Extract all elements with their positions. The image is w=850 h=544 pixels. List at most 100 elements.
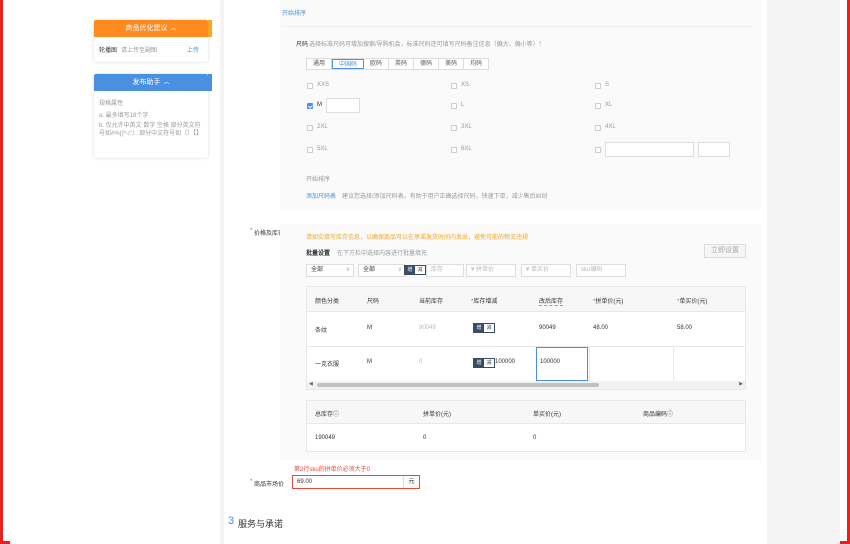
batch-size-select[interactable]: 全部 ∨ [358,264,406,277]
batch-group-price-input[interactable]: ¥ 拼单价 [466,264,516,277]
optimize-item-label: 轮播图 [99,48,118,54]
summary-header [307,401,745,424]
scroll-right-icon[interactable]: ▶ [739,381,743,387]
optimize-panel: 商品优化建议 ︿ 轮播图 请上传至副图 上传 [94,20,212,62]
service-section-title: 服务与承诺 [238,519,284,529]
size-checkbox-4xl[interactable] [595,125,601,131]
left-column: 商品优化建议 ︿ 轮播图 请上传至副图 上传 发布助手 ︿ 规格属性 a. 最多填写… [10,0,220,544]
scroll-left-icon[interactable]: ◀ [309,381,313,387]
optimize-panel-tab [208,20,212,37]
col-stock-change: *库存增减 [471,299,498,305]
tab-us-size[interactable]: 美码 [439,59,465,69]
assistant-panel-tab [208,74,212,91]
batch-sku-code-input[interactable]: sku编码 [576,264,626,277]
row2-stock-change[interactable]: 100000 [495,359,515,365]
size-checkbox-custom[interactable] [595,147,601,153]
tab-china-size[interactable]: 中国码 [332,59,365,69]
scrollbar-thumb[interactable] [317,383,599,387]
size-label-xl: XL [605,102,613,108]
summary-col-product-code: 商品编码ⓘ [643,412,674,418]
tab-uk-size[interactable]: 英码 [389,59,415,69]
help-icon: ⓘ [333,412,340,418]
row1-stock-stepper[interactable]: 增 减 [473,323,495,333]
row2-stock-stepper[interactable]: 增 减 [473,358,495,368]
assistant-panel-title: 发布助手 [132,79,161,86]
row2-new-stock-input[interactable]: 100000 [536,347,588,381]
size-checkbox-6xl[interactable] [451,147,457,153]
summary-table: 总库存ⓘ 拼单价(元) 单买价(元) 商品编码ⓘ 190049 0 0 [306,400,746,452]
summary-col-total-stock: 总库存ⓘ [315,412,340,418]
increase-toggle[interactable]: 增 [405,266,415,274]
size-checkbox-s[interactable] [595,83,601,89]
size-checkbox-xl[interactable] [595,103,601,109]
tab-general[interactable]: 通用 [307,59,333,69]
decrease-toggle[interactable]: 减 [415,266,425,274]
assistant-panel: 发布助手 ︿ 规格属性 a. 最多填写18个字 b. 仅允许中英文 数字 空格 部… [94,74,212,158]
increase-toggle[interactable]: 增 [474,359,484,367]
size-checkbox-m[interactable] [307,103,313,109]
help-icon: ⓘ [667,412,674,418]
batch-stock-input[interactable]: 库存 [426,264,464,277]
row2-size: M [367,359,372,365]
price-error-message: 第2行sku的拼单价必须大于0 [294,467,371,473]
assistant-panel-header[interactable]: 发布助手 ︿ [94,74,208,91]
tab-one-size[interactable]: 均码 [464,59,489,69]
batch-group-price-placeholder: ¥ 拼单价 [471,267,495,273]
size-checkbox-3xl[interactable] [451,125,457,131]
row1-color: 条纹 [315,328,328,334]
size-standard-tabs: 通用 中国码 欧码 英码 德码 美码 均码 [306,58,490,70]
market-price-value: 69.00 [297,479,313,485]
row2-new-stock: 100000 [540,359,561,365]
chevron-down-icon: ∨ [345,267,350,273]
sku-table: 颜色分类 尺码 当前库存 *库存增减 改后库存 *拼单价(元) *单买价(元) … [306,286,746,390]
size-checkbox-l[interactable] [451,103,457,109]
custom-size-note-input[interactable] [698,142,730,157]
required-mark: * [250,228,253,234]
sort-label-bottom: 开始排序 [306,177,331,183]
size-label-4xl: 4XL [605,124,616,130]
decrease-toggle[interactable]: 减 [484,324,494,332]
divider [282,26,752,27]
sort-link-top[interactable]: 开始排序 [282,8,306,17]
size-label-6xl: 6XL [461,146,472,152]
section-number: 3 [228,515,235,527]
horizontal-scrollbar[interactable]: ◀ ▶ [307,381,745,389]
row1-new-stock[interactable]: 90049 [539,325,556,331]
size-m-note-input[interactable] [326,98,360,113]
increase-toggle[interactable]: 增 [474,324,484,332]
summary-col-single-price: 单买价(元) [533,412,561,418]
size-checkbox-2xl[interactable] [307,125,313,131]
row1-group-price[interactable]: 48.00 [593,325,608,331]
batch-size-select-value: 全部 [363,267,376,273]
row1-single-price[interactable]: 58.00 [677,325,692,331]
row2-color: 一克衣服 [315,362,340,368]
batch-color-select-value: 全部 [311,267,324,273]
frame-left-edge [0,0,3,544]
market-price-label: 商品市场价 [254,482,285,488]
batch-set-label: 批量设置 [306,251,331,257]
custom-size-input[interactable] [605,142,694,157]
col-color: 颜色分类 [315,299,340,305]
apply-batch-button[interactable]: 立即设置 [704,244,746,258]
decrease-toggle[interactable]: 减 [484,359,494,367]
size-label-m: M [317,102,322,108]
row2-current-stock: 0 [419,359,423,365]
batch-sku-code-placeholder: sku编码 [581,267,603,273]
size-checkbox-xs[interactable] [451,83,457,89]
batch-color-select[interactable]: 全部 ∨ [306,264,354,277]
size-checkbox-xxs[interactable] [307,83,313,89]
tab-de-size[interactable]: 德码 [414,59,440,69]
assistant-rule-a: a. 最多填写18个字 [99,113,149,119]
batch-set-hint: 在下方栏中选择内容进行批量填充 [337,251,428,257]
market-price-unit: 元 [403,476,419,488]
size-label-xs: XS [461,82,470,88]
tab-eu-size[interactable]: 欧码 [364,59,390,69]
add-size-table-link[interactable]: 添加尺码表 [306,191,336,200]
batch-stock-stepper[interactable]: 增 减 [404,265,426,275]
market-price-input[interactable]: 69.00 元 [292,475,420,489]
batch-single-price-input[interactable]: ¥ 单买价 [521,264,571,277]
size-checkbox-5xl[interactable] [307,147,313,153]
optimize-panel-header[interactable]: 商品优化建议 ︿ [94,20,208,37]
col-single-price: *单买价(元) [677,299,708,305]
upload-link[interactable]: 上传 [187,45,199,54]
